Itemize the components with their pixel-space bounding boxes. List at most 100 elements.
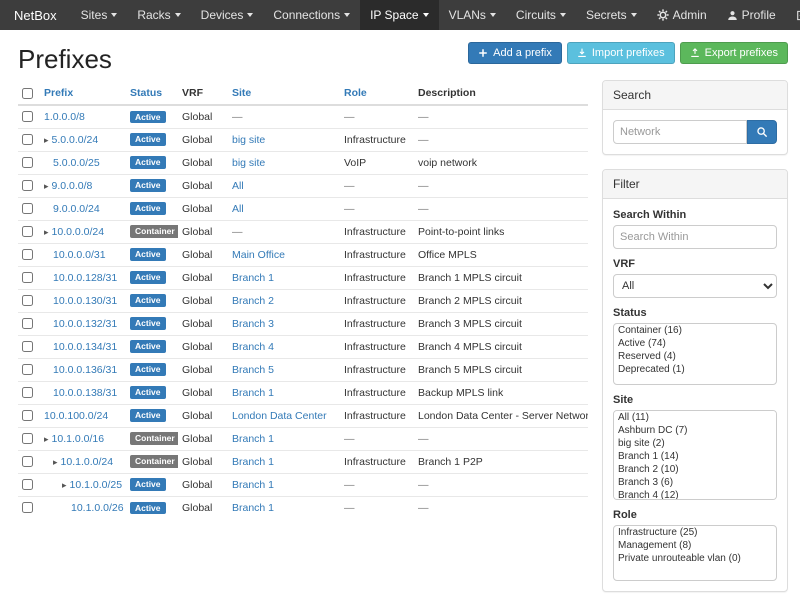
row-checkbox[interactable] bbox=[22, 111, 33, 122]
search-within-input[interactable] bbox=[613, 225, 777, 249]
status-badge: Active bbox=[130, 179, 166, 192]
prefix-link[interactable]: 5.0.0.0/24 bbox=[52, 134, 99, 146]
row-checkbox[interactable] bbox=[22, 410, 33, 421]
add-prefix-button[interactable]: Add a prefix bbox=[468, 42, 562, 64]
site-link[interactable]: Main Office bbox=[232, 249, 285, 261]
nav-item-secrets[interactable]: Secrets bbox=[576, 0, 647, 30]
site-link[interactable]: Branch 2 bbox=[232, 295, 274, 307]
prefix-link[interactable]: 9.0.0.0/24 bbox=[53, 203, 100, 215]
site-link[interactable]: Branch 1 bbox=[232, 433, 274, 445]
row-checkbox[interactable] bbox=[22, 502, 33, 513]
site-link[interactable]: big site bbox=[232, 157, 265, 169]
select-all-checkbox[interactable] bbox=[22, 88, 33, 99]
row-checkbox[interactable] bbox=[22, 272, 33, 283]
site-link[interactable]: All bbox=[232, 180, 244, 192]
row-checkbox[interactable] bbox=[22, 318, 33, 329]
nav-item-sites[interactable]: Sites bbox=[71, 0, 128, 30]
row-checkbox[interactable] bbox=[22, 433, 33, 444]
site-link[interactable]: Branch 1 bbox=[232, 456, 274, 468]
filter-option[interactable]: Branch 2 (10) bbox=[614, 463, 776, 476]
prefix-link[interactable]: 10.0.0.136/31 bbox=[53, 364, 117, 376]
prefix-link[interactable]: 10.0.0.128/31 bbox=[53, 272, 117, 284]
row-checkbox[interactable] bbox=[22, 249, 33, 260]
prefix-link[interactable]: 10.0.0.134/31 bbox=[53, 341, 117, 353]
nav-item-devices[interactable]: Devices bbox=[191, 0, 264, 30]
prefix-link[interactable]: 10.1.0.0/25 bbox=[70, 479, 123, 491]
prefix-link[interactable]: 10.0.0.132/31 bbox=[53, 318, 117, 330]
site-link[interactable]: Branch 4 bbox=[232, 341, 274, 353]
nav-item-connections[interactable]: Connections bbox=[263, 0, 360, 30]
site-link[interactable]: All bbox=[232, 203, 244, 215]
column-header-vrf: VRF bbox=[182, 87, 203, 99]
prefix-link[interactable]: 9.0.0.0/8 bbox=[52, 180, 93, 192]
row-checkbox[interactable] bbox=[22, 180, 33, 191]
nav-item-label: Connections bbox=[273, 8, 340, 22]
site-link[interactable]: London Data Center bbox=[232, 410, 327, 422]
column-header-site[interactable]: Site bbox=[232, 87, 251, 99]
site-link[interactable]: Branch 3 bbox=[232, 318, 274, 330]
site-link[interactable]: Branch 1 bbox=[232, 479, 274, 491]
prefix-link[interactable]: 10.0.0.138/31 bbox=[53, 387, 117, 399]
row-checkbox[interactable] bbox=[22, 479, 33, 490]
site-link[interactable]: big site bbox=[232, 134, 265, 146]
nav-item-racks[interactable]: Racks bbox=[127, 0, 190, 30]
row-checkbox[interactable] bbox=[22, 226, 33, 237]
filter-option[interactable]: Management (8) bbox=[614, 539, 776, 552]
prefix-link[interactable]: 10.1.0.0/24 bbox=[61, 456, 114, 468]
row-checkbox[interactable] bbox=[22, 203, 33, 214]
vrf-select[interactable]: All bbox=[613, 274, 777, 298]
nav-item-admin[interactable]: Admin bbox=[647, 0, 717, 30]
role-filter-list[interactable]: Infrastructure (25)Management (8)Private… bbox=[613, 525, 777, 581]
row-checkbox[interactable] bbox=[22, 157, 33, 168]
prefix-link[interactable]: 5.0.0.0/25 bbox=[53, 157, 100, 169]
nav-item-profile[interactable]: Profile bbox=[717, 0, 786, 30]
prefix-link[interactable]: 10.0.0.130/31 bbox=[53, 295, 117, 307]
description-value: Branch 1 MPLS circuit bbox=[418, 272, 522, 284]
filter-option[interactable]: Branch 4 (12) bbox=[614, 489, 776, 500]
row-checkbox[interactable] bbox=[22, 341, 33, 352]
filter-option[interactable]: big site (2) bbox=[614, 437, 776, 450]
site-link: — bbox=[232, 111, 243, 123]
row-checkbox[interactable] bbox=[22, 295, 33, 306]
nav-item-ip-space[interactable]: IP Space bbox=[360, 0, 438, 30]
row-checkbox[interactable] bbox=[22, 387, 33, 398]
filter-option[interactable]: Branch 1 (14) bbox=[614, 450, 776, 463]
site-link[interactable]: Branch 5 bbox=[232, 364, 274, 376]
import-prefixes-button[interactable]: Import prefixes bbox=[567, 42, 675, 64]
nav-item-circuits[interactable]: Circuits bbox=[506, 0, 576, 30]
filter-option[interactable]: Deprecated (1) bbox=[614, 363, 776, 376]
prefix-link[interactable]: 10.0.100.0/24 bbox=[44, 410, 108, 422]
site-link[interactable]: Branch 1 bbox=[232, 502, 274, 514]
column-header-prefix[interactable]: Prefix bbox=[44, 87, 73, 99]
filter-option[interactable]: Container (16) bbox=[614, 324, 776, 337]
prefix-link[interactable]: 10.0.0.0/24 bbox=[52, 226, 105, 238]
export-prefixes-button[interactable]: Export prefixes bbox=[680, 42, 788, 64]
search-button[interactable] bbox=[747, 120, 777, 144]
filter-option[interactable]: Active (74) bbox=[614, 337, 776, 350]
prefix-link[interactable]: 10.1.0.0/26 bbox=[71, 502, 124, 514]
status-filter-list[interactable]: Container (16)Active (74)Reserved (4)Dep… bbox=[613, 323, 777, 385]
site-link[interactable]: Branch 1 bbox=[232, 272, 274, 284]
filter-option[interactable]: Branch 3 (6) bbox=[614, 476, 776, 489]
column-header-role[interactable]: Role bbox=[344, 87, 367, 99]
row-checkbox[interactable] bbox=[22, 456, 33, 467]
filter-option[interactable]: Reserved (4) bbox=[614, 350, 776, 363]
filter-option[interactable]: Ashburn DC (7) bbox=[614, 424, 776, 437]
column-header-status[interactable]: Status bbox=[130, 87, 162, 99]
site-link[interactable]: Branch 1 bbox=[232, 387, 274, 399]
row-checkbox[interactable] bbox=[22, 134, 33, 145]
nav-item-vlans[interactable]: VLANs bbox=[439, 0, 506, 30]
search-input[interactable] bbox=[613, 120, 747, 144]
filter-option[interactable]: All (11) bbox=[614, 411, 776, 424]
filter-option[interactable]: Private unrouteable vlan (0) bbox=[614, 552, 776, 565]
site-filter-list[interactable]: All (11)Ashburn DC (7)big site (2)Branch… bbox=[613, 410, 777, 500]
app-logo[interactable]: NetBox bbox=[0, 0, 71, 30]
row-checkbox[interactable] bbox=[22, 364, 33, 375]
prefix-link[interactable]: 10.0.0.0/31 bbox=[53, 249, 106, 261]
prefix-link[interactable]: 1.0.0.0/8 bbox=[44, 111, 85, 123]
status-badge: Active bbox=[130, 294, 166, 307]
prefix-link[interactable]: 10.1.0.0/16 bbox=[52, 433, 105, 445]
description-value: voip network bbox=[418, 157, 477, 169]
filter-option[interactable]: Infrastructure (25) bbox=[614, 526, 776, 539]
nav-item-log-out[interactable]: Log out bbox=[786, 0, 800, 30]
